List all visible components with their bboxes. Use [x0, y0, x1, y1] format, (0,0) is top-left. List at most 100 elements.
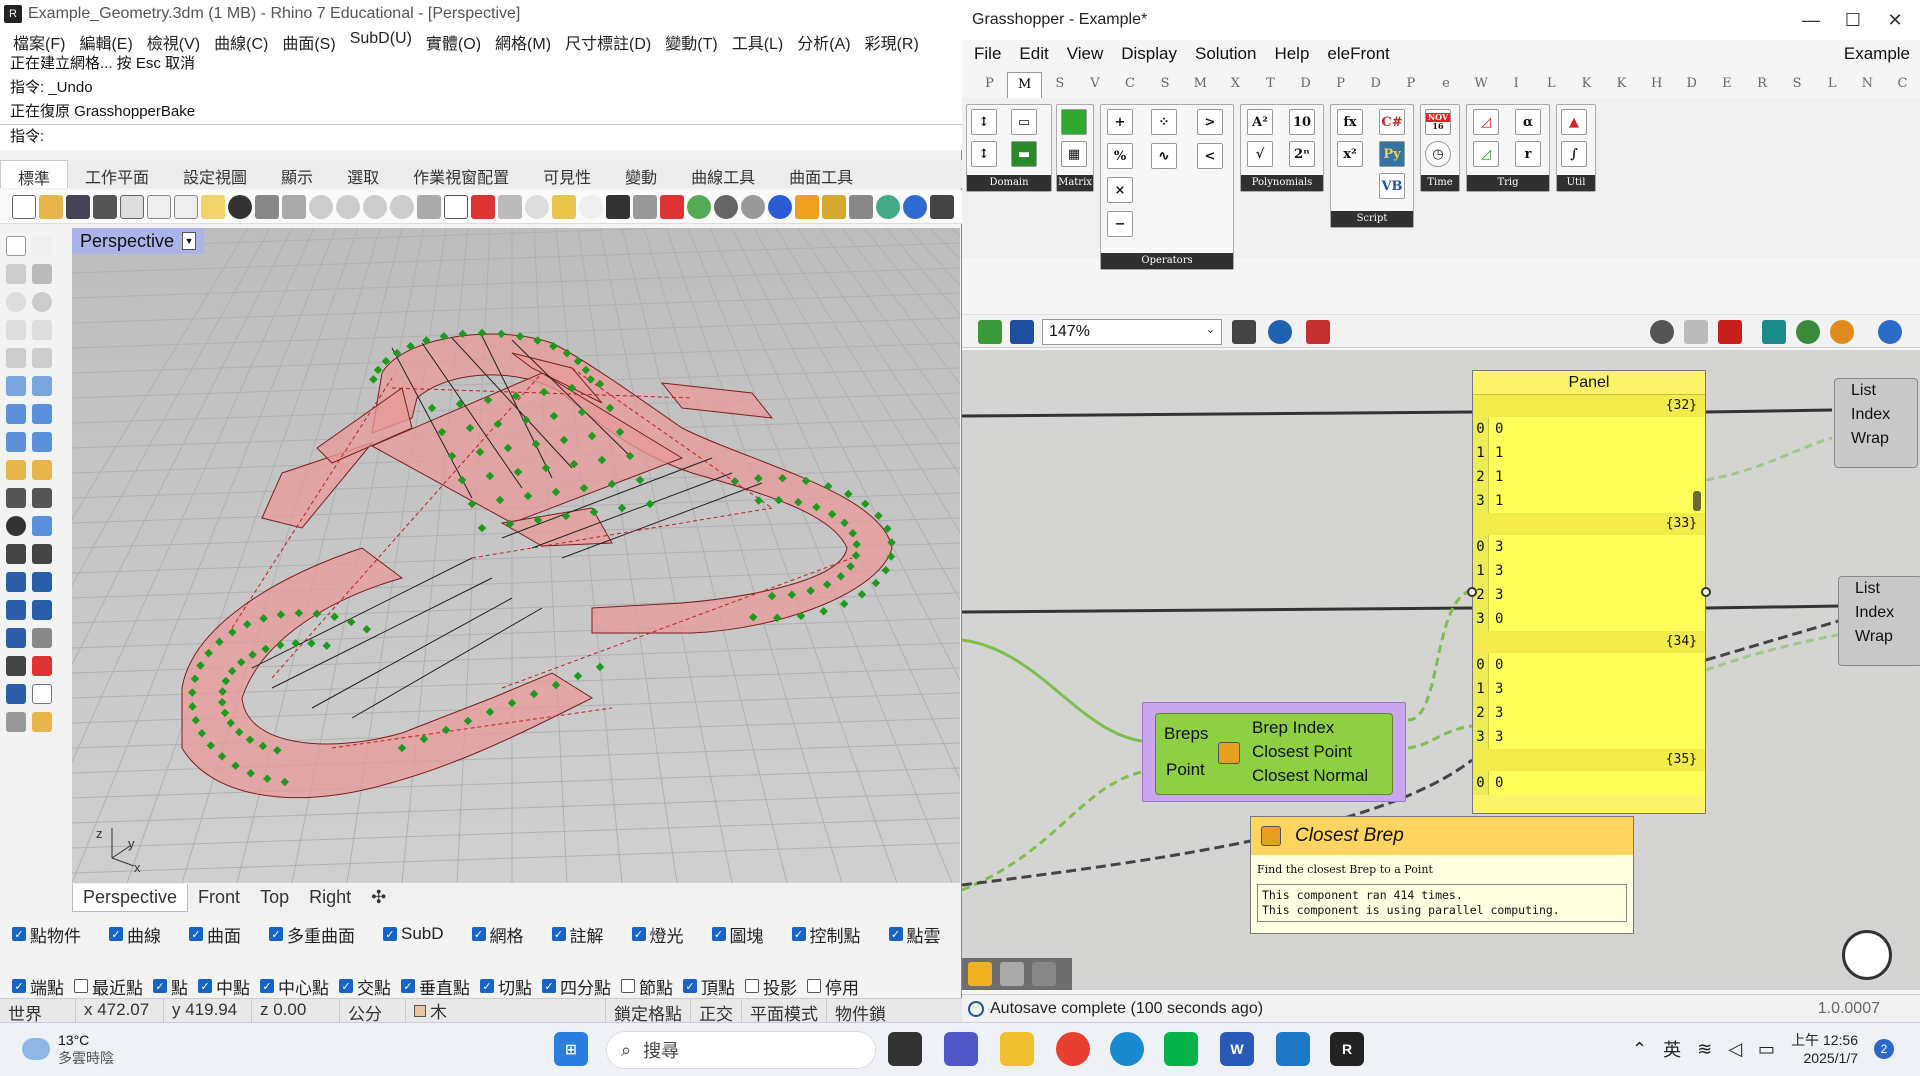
filter-item[interactable]: ✓ 註解	[551, 922, 604, 947]
document-preview-icon[interactable]	[1762, 320, 1786, 344]
filter-checkbox[interactable]: ✓	[12, 927, 26, 941]
export-icon[interactable]	[120, 194, 144, 219]
clock[interactable]: 上午 12:56 2025/1/7	[1791, 1031, 1858, 1067]
command-prompt[interactable]: 指令:	[0, 124, 962, 148]
osnap-item[interactable]: ✓ 中點	[198, 974, 250, 999]
curve-graph-icon[interactable]: ∫	[1561, 141, 1587, 167]
gh-menu-file[interactable]: File	[974, 42, 1011, 68]
mesh-icon[interactable]	[6, 460, 26, 480]
ellipse-icon[interactable]	[32, 292, 52, 312]
edge-icon[interactable]	[1110, 1032, 1144, 1066]
osnap-item[interactable]: 停用	[807, 974, 859, 999]
zoom-dropdown-icon[interactable]: ⌄	[1206, 323, 1215, 336]
mirror-icon[interactable]	[32, 600, 52, 620]
preview-wireframe-icon[interactable]	[1650, 320, 1674, 344]
four-views-icon[interactable]	[444, 194, 468, 219]
add-viewport-icon[interactable]: ✣	[361, 884, 396, 912]
menu-tools[interactable]: 工具(L)	[725, 28, 791, 53]
gh-tab[interactable]: L	[1534, 72, 1569, 98]
gh-menu-help[interactable]: Help	[1274, 42, 1319, 68]
status-grid-snap[interactable]: 鎖定格點	[606, 999, 691, 1024]
more-tools-icon[interactable]	[930, 194, 954, 219]
menu-render[interactable]: 彩現(R)	[858, 28, 926, 53]
gh-tab[interactable]: M	[1007, 72, 1043, 98]
gh-tab[interactable]: K	[1569, 72, 1604, 98]
filter-item[interactable]: ✓ SubD	[383, 924, 444, 944]
rhino-taskbar-icon[interactable]: R	[1330, 1032, 1364, 1066]
loft-icon[interactable]	[32, 376, 52, 396]
list-input[interactable]: List	[1839, 577, 1920, 601]
menu-mesh[interactable]: 網格(M)	[488, 28, 558, 53]
minimize-icon[interactable]: —	[1796, 6, 1826, 34]
right-trig-icon[interactable]: ◿	[1473, 141, 1499, 167]
polygon-icon[interactable]	[6, 348, 26, 368]
close-icon[interactable]: ✕	[1880, 6, 1910, 34]
vb-icon[interactable]: VB	[1379, 173, 1405, 199]
deconstruct-domain-icon[interactable]: ↕	[971, 141, 997, 167]
cut-icon[interactable]	[147, 194, 171, 219]
osnap-item[interactable]: 投影	[745, 974, 797, 999]
tab-front[interactable]: Front	[188, 884, 250, 912]
osnap-checkbox[interactable]	[745, 979, 759, 993]
wifi-icon[interactable]: ≋	[1697, 1039, 1712, 1060]
line-icon[interactable]	[1164, 1032, 1198, 1066]
tab-surface-tools[interactable]: 曲面工具	[772, 160, 870, 188]
osnap-item[interactable]: ✓ 頂點	[683, 974, 735, 999]
wrap-input[interactable]: Wrap	[1835, 427, 1917, 451]
input-point[interactable]: Point	[1166, 760, 1205, 780]
check-icon[interactable]	[32, 684, 52, 704]
subtraction-icon[interactable]: −	[1107, 211, 1133, 237]
help-icon[interactable]	[903, 194, 927, 219]
ime-indicator[interactable]: 英	[1663, 1036, 1681, 1062]
split-icon[interactable]	[32, 572, 52, 592]
bake-icon[interactable]	[1000, 962, 1024, 986]
osnap-item[interactable]: 節點	[621, 974, 673, 999]
gh-tab[interactable]: C	[1112, 72, 1147, 98]
menu-transform[interactable]: 變動(T)	[658, 28, 724, 53]
print-icon[interactable]	[93, 194, 117, 219]
filter-item[interactable]: ✓ 曲線	[109, 922, 161, 947]
material-icon[interactable]	[660, 194, 684, 219]
power-icon[interactable]: A²	[1247, 109, 1273, 135]
move-icon[interactable]	[6, 488, 26, 508]
gh-menu-elefront[interactable]: eleFront	[1327, 42, 1399, 68]
python-icon[interactable]: Py	[1379, 141, 1405, 167]
select-arrow-icon[interactable]	[6, 236, 26, 256]
index-input[interactable]: Index	[1835, 403, 1917, 427]
undo-view-icon[interactable]	[417, 194, 441, 219]
osnap-checkbox[interactable]	[807, 979, 821, 993]
square-root-icon[interactable]: √	[1247, 141, 1273, 167]
file-explorer-icon[interactable]	[1000, 1032, 1034, 1066]
gh-tab[interactable]: H	[1639, 72, 1674, 98]
grasshopper-icon[interactable]	[876, 194, 900, 219]
evaluate-icon[interactable]: x²	[1337, 141, 1363, 167]
osnap-checkbox[interactable]: ✓	[480, 979, 494, 993]
taskbar-search[interactable]: ⌕ 搜尋	[606, 1031, 876, 1069]
menu-view[interactable]: 檢視(V)	[140, 28, 207, 53]
division-icon[interactable]: %	[1107, 143, 1133, 169]
vscode-icon[interactable]	[1276, 1032, 1310, 1066]
dimension-icon[interactable]	[32, 460, 52, 480]
filter-checkbox[interactable]: ✓	[109, 927, 123, 941]
gh-tab[interactable]: D	[1358, 72, 1393, 98]
gh-tab[interactable]: D	[1674, 72, 1709, 98]
analyze-icon[interactable]	[32, 656, 52, 676]
display-matrix-icon[interactable]: ▦	[1061, 141, 1087, 167]
list-item-component[interactable]: List Index Wrap	[1834, 378, 1918, 468]
triangle-trig-icon[interactable]: ◿	[1473, 109, 1499, 135]
open-document-icon[interactable]	[978, 320, 1002, 344]
tab-transform[interactable]: 變動	[608, 160, 674, 188]
osnap-item[interactable]: 最近點	[74, 974, 143, 999]
notification-badge[interactable]: 2	[1874, 1039, 1894, 1059]
osnap-item[interactable]: ✓ 中心點	[260, 974, 329, 999]
gh-tab[interactable]: N	[1850, 72, 1885, 98]
filter-checkbox[interactable]: ✓	[711, 927, 726, 941]
degrees-icon[interactable]: α	[1515, 109, 1541, 135]
rotate-icon[interactable]	[6, 544, 26, 564]
gh-tab[interactable]: W	[1464, 72, 1499, 98]
gh-tab[interactable]: S	[1780, 72, 1815, 98]
menu-solid[interactable]: 實體(O)	[419, 28, 488, 53]
preview-shaded-icon[interactable]	[1684, 320, 1708, 344]
save-document-icon[interactable]	[1010, 320, 1034, 344]
new-file-icon[interactable]	[12, 194, 36, 219]
